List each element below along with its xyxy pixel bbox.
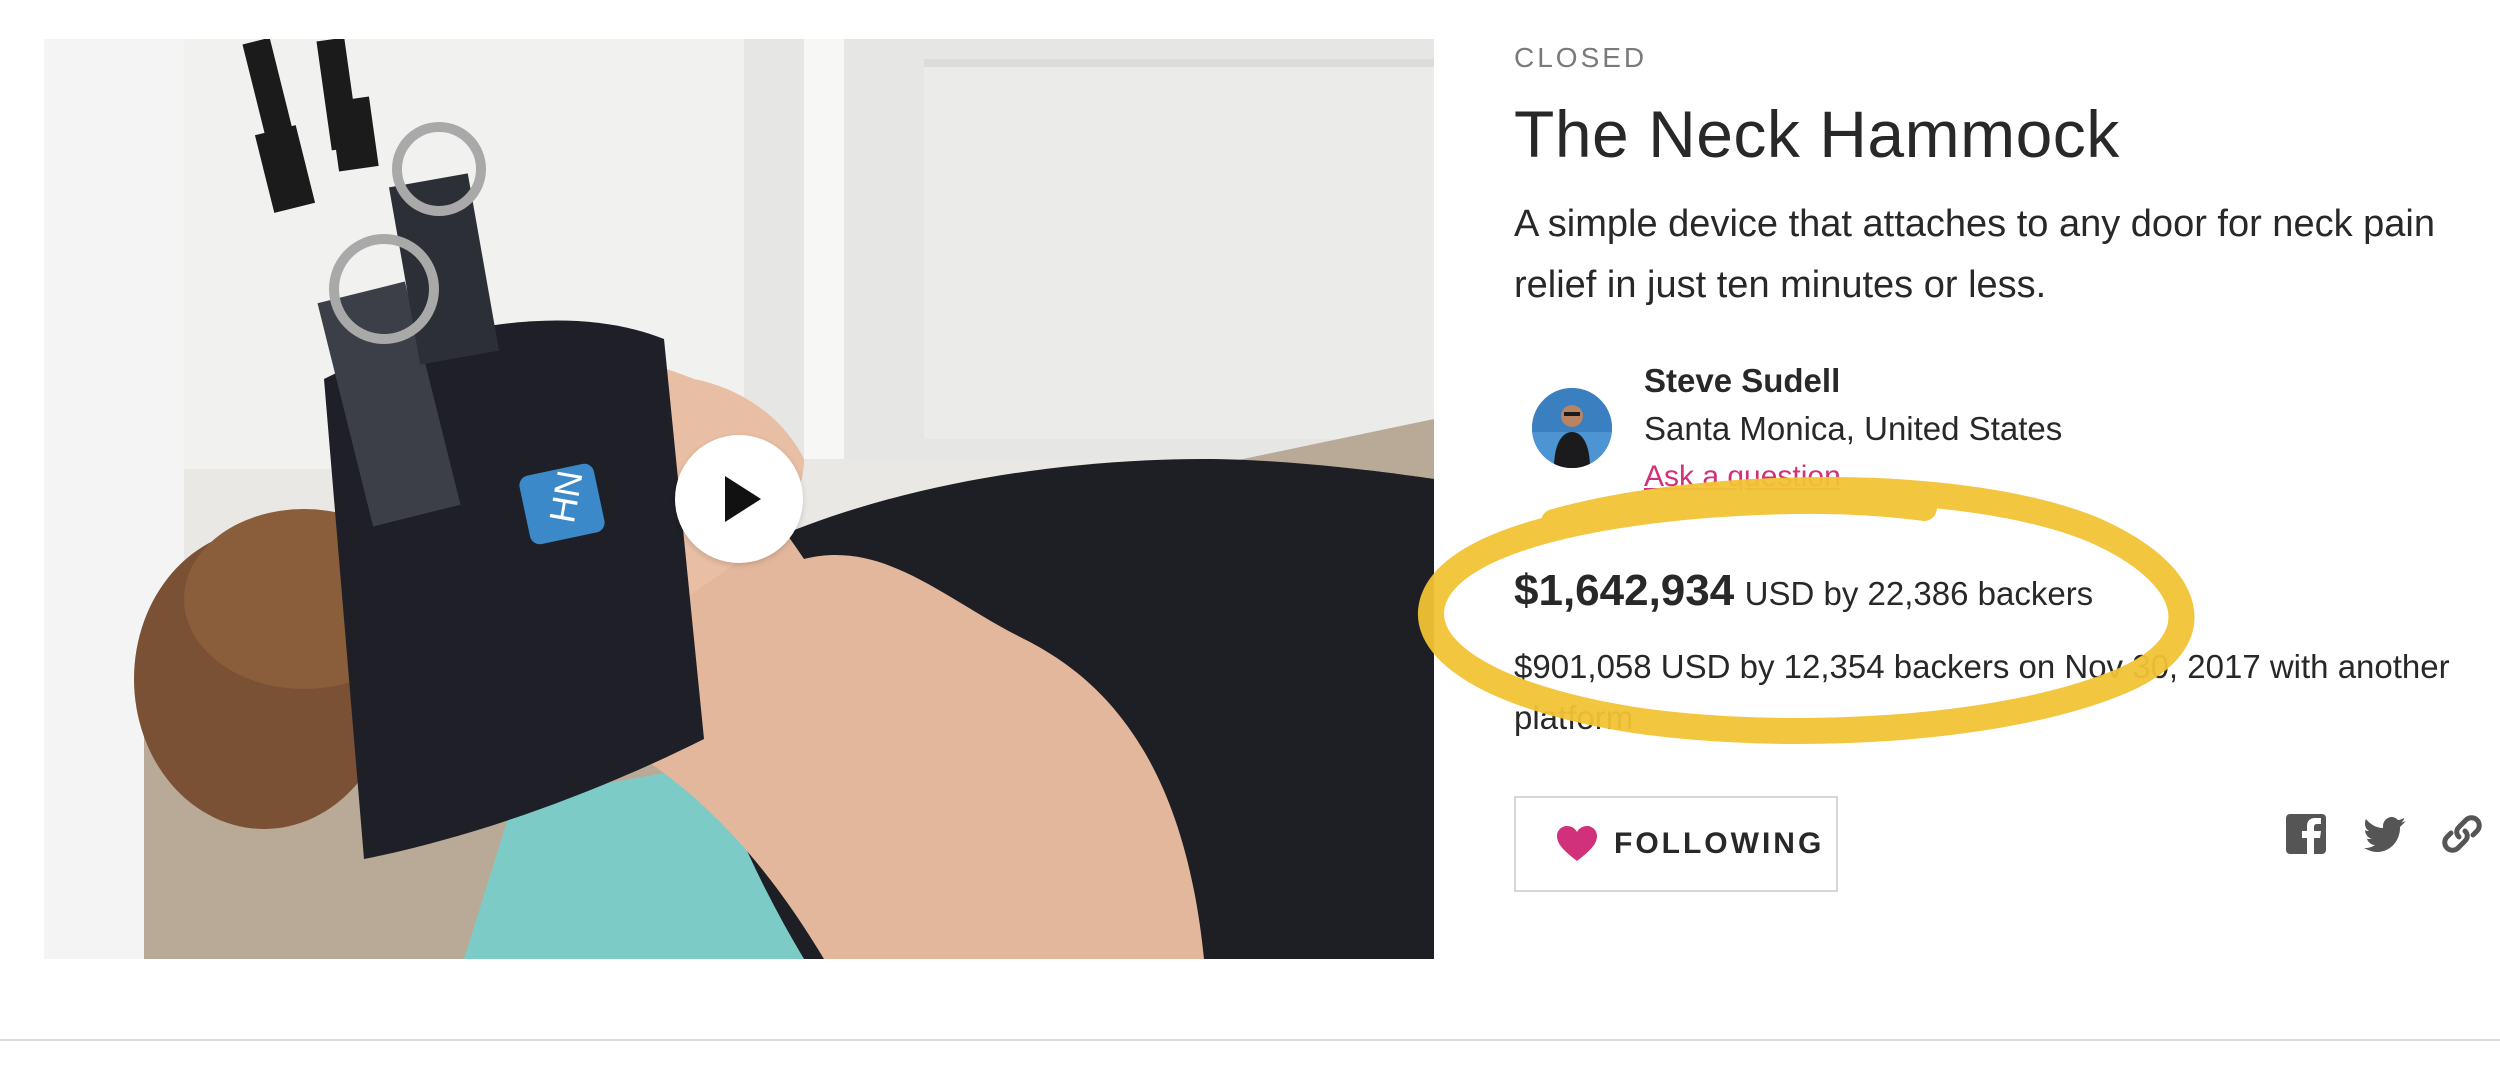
heart-icon xyxy=(1557,826,1597,861)
share-links xyxy=(2284,812,2484,862)
following-label: FOLLOWING xyxy=(1614,827,1825,860)
link-icon[interactable] xyxy=(2440,812,2484,856)
following-button[interactable]: FOLLOWING xyxy=(1514,796,1838,892)
section-divider xyxy=(0,1039,2500,1041)
creator-name[interactable]: Steve Sudell xyxy=(1644,362,1840,400)
facebook-icon[interactable] xyxy=(2284,812,2328,856)
other-platform-funding: $901,058 USD by 12,354 backers on Nov 30… xyxy=(1514,648,2450,736)
ask-question-link[interactable]: Ask a question xyxy=(1644,460,1841,490)
campaign-info: CLOSED The Neck Hammock A simple device … xyxy=(1418,0,2484,1000)
creator-card: Steve Sudell Santa Monica, United States… xyxy=(1532,360,2332,500)
creator-avatar[interactable] xyxy=(1532,388,1612,468)
campaign-page: HN CLOSED The Neck Hammock A simple devi… xyxy=(0,0,2500,1070)
campaign-status: CLOSED xyxy=(1514,42,1648,73)
creator-location: Santa Monica, United States xyxy=(1644,410,2063,447)
raised-amount: $1,642,934 xyxy=(1514,566,1735,615)
avatar-image xyxy=(1532,388,1612,468)
play-button[interactable] xyxy=(675,435,803,563)
twitter-icon[interactable] xyxy=(2364,812,2408,856)
campaign-blurb: A simple device that attaches to any doo… xyxy=(1514,203,2435,306)
raised-backers: USD by 22,386 backers xyxy=(1744,575,2094,612)
play-icon xyxy=(725,476,761,522)
campaign-title: The Neck Hammock xyxy=(1514,97,2120,171)
funds-raised: $1,642,934 USD by 22,386 backers xyxy=(1514,566,2093,616)
campaign-video[interactable]: HN xyxy=(44,39,1434,959)
